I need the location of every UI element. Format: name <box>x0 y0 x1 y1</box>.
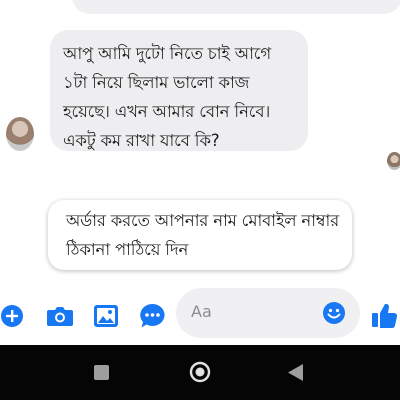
plus-icon[interactable] <box>0 304 24 328</box>
system-navigation-bar <box>0 345 400 400</box>
reply-message-bubble[interactable]: অর্ডার করতে আপনার নাম মোবাইল নাম্বার ঠিক… <box>48 200 352 270</box>
chat-bubble-icon[interactable] <box>139 303 166 329</box>
back-icon[interactable] <box>288 364 303 381</box>
thumbs-up-icon[interactable] <box>371 302 398 329</box>
emoji-icon[interactable] <box>322 301 346 325</box>
message-input[interactable]: Aa <box>176 288 360 338</box>
home-icon[interactable] <box>189 361 211 383</box>
image-icon[interactable] <box>93 304 119 328</box>
camera-icon[interactable] <box>46 304 74 328</box>
seen-receipt-avatar <box>387 152 400 170</box>
message-composer: Aa <box>0 288 400 344</box>
received-message-text: আপু আমি দুটো নিতে চাই আগে ১টা নিয়ে ছিলা… <box>63 44 272 150</box>
message-input-placeholder: Aa <box>191 302 212 321</box>
previous-message-bubble[interactable] <box>72 0 400 14</box>
sender-avatar[interactable] <box>6 117 34 151</box>
recents-icon[interactable] <box>94 365 109 380</box>
reply-message-text: অর্ডার করতে আপনার নাম মোবাইল নাম্বার ঠিক… <box>66 211 340 259</box>
received-message-bubble[interactable]: আপু আমি দুটো নিতে চাই আগে ১টা নিয়ে ছিলা… <box>50 30 308 151</box>
